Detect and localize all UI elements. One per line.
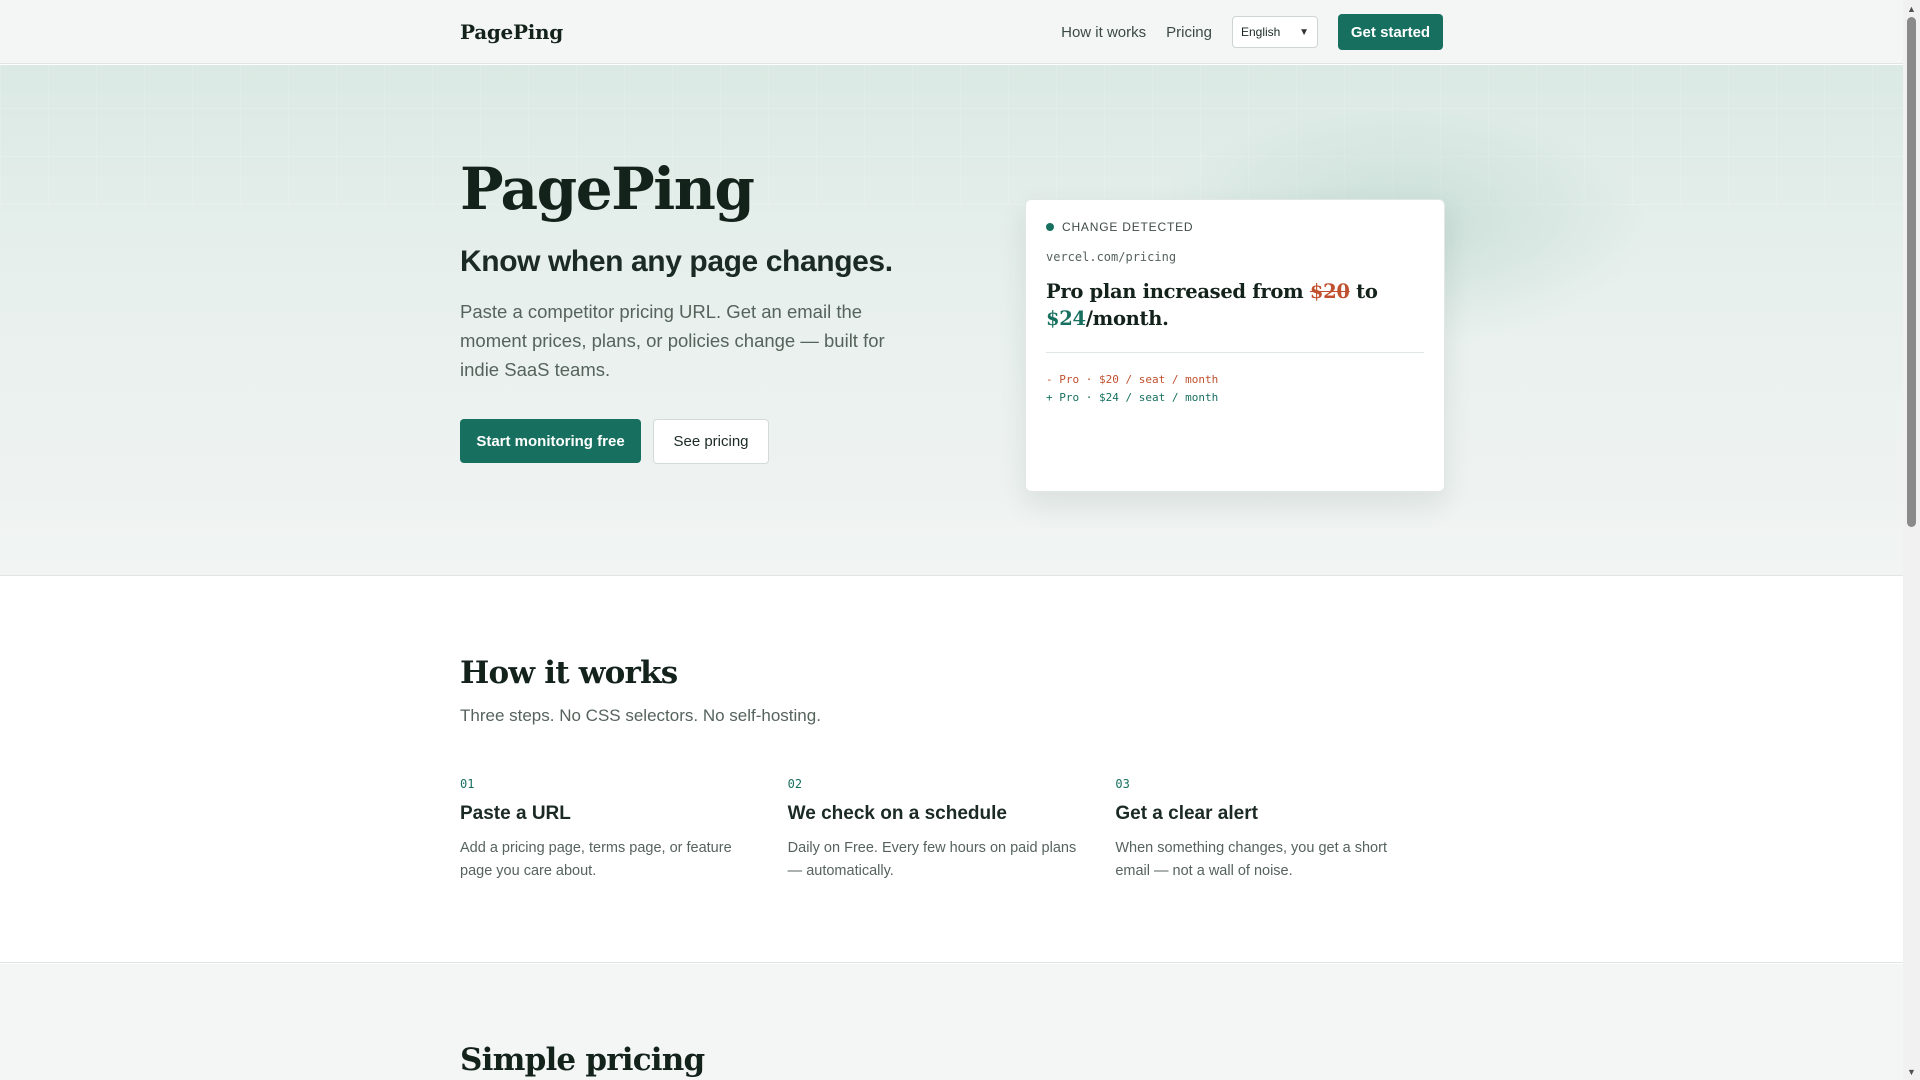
- step-number: 01: [460, 777, 475, 791]
- scroll-up-arrow-icon[interactable]: ▲: [1903, 0, 1920, 17]
- step-item: 03 Get a clear alert When something chan…: [1115, 777, 1443, 883]
- hero-title: PagePing: [460, 155, 755, 223]
- scroll-down-arrow-icon[interactable]: ▼: [1903, 1063, 1920, 1080]
- main-nav: How it works Pricing English ▼ Get start…: [1061, 14, 1443, 50]
- nav-link-pricing[interactable]: Pricing: [1166, 24, 1212, 41]
- monitored-url: vercel.com/pricing: [1046, 250, 1177, 264]
- step-item: 01 Paste a URL Add a pricing page, terms…: [460, 777, 788, 883]
- step-title: Paste a URL: [460, 803, 571, 824]
- pricing-title: Simple pricing: [460, 1042, 705, 1078]
- logo[interactable]: PagePing: [460, 20, 563, 44]
- step-description: Daily on Free. Every few hours on paid p…: [787, 840, 1077, 879]
- how-it-works-subtitle: Three steps. No CSS selectors. No self-h…: [460, 706, 821, 725]
- header-container: PagePing How it works Pricing English ▼ …: [460, 0, 1443, 64]
- hero-container: PagePing Know when any page changes. Pas…: [460, 65, 1445, 575]
- step-number: 02: [787, 777, 803, 791]
- steps-list: 01 Paste a URL Add a pricing page, terms…: [460, 777, 1443, 883]
- how-container: How it works Three steps. No CSS selecto…: [460, 577, 1443, 963]
- how-it-works-section: How it works Three steps. No CSS selecto…: [0, 577, 1903, 963]
- change-headline: Pro plan increased from $20 to $24/month…: [1046, 278, 1424, 332]
- step-description: When something changes, you get a short …: [1115, 840, 1387, 879]
- change-detected-card: CHANGE DETECTED vercel.com/pricing Pro p…: [1025, 199, 1445, 492]
- site-header: PagePing How it works Pricing English ▼ …: [0, 0, 1903, 64]
- headline-prefix: Pro plan increased from: [1046, 280, 1310, 303]
- nav-link-how-it-works[interactable]: How it works: [1061, 24, 1146, 41]
- language-select-value: English: [1241, 25, 1281, 39]
- see-pricing-button[interactable]: See pricing: [653, 419, 769, 464]
- scrollbar-thumb[interactable]: [1907, 17, 1916, 527]
- step-description: Add a pricing page, terms page, or featu…: [460, 840, 732, 879]
- how-it-works-title: How it works: [460, 655, 678, 691]
- chevron-down-icon: ▼: [1299, 26, 1309, 38]
- change-status: CHANGE DETECTED: [1046, 220, 1424, 234]
- step-title: We check on a schedule: [787, 803, 1007, 824]
- headline-middle: to: [1349, 280, 1378, 303]
- diff-removed-line: - Pro · $20 / seat / month: [1046, 373, 1219, 386]
- hero-actions: Start monitoring free See pricing: [460, 419, 769, 464]
- get-started-button[interactable]: Get started: [1338, 14, 1443, 50]
- change-diff: - Pro · $20 / seat / month + Pro · $24 /…: [1046, 371, 1424, 407]
- card-divider: [1046, 352, 1424, 353]
- page-scrollbar[interactable]: ▲ ▼: [1903, 0, 1920, 1080]
- pricing-container: Simple pricing: [460, 964, 1443, 1080]
- old-price: $20: [1309, 280, 1350, 303]
- status-dot-icon: [1046, 223, 1054, 231]
- step-number: 03: [1115, 777, 1130, 791]
- headline-suffix: /month.: [1085, 307, 1169, 330]
- change-status-label: CHANGE DETECTED: [1062, 220, 1194, 234]
- diff-added-line: + Pro · $24 / seat / month: [1046, 391, 1219, 404]
- hero-subtitle: Know when any page changes.: [460, 245, 893, 278]
- pricing-section: Simple pricing: [0, 964, 1903, 1080]
- step-item: 02 We check on a schedule Daily on Free.…: [788, 777, 1116, 883]
- hero-section: PagePing Know when any page changes. Pas…: [0, 65, 1903, 576]
- start-monitoring-button[interactable]: Start monitoring free: [460, 419, 641, 463]
- hero-description: Paste a competitor pricing URL. Get an e…: [460, 301, 885, 380]
- page-viewport: PagePing How it works Pricing English ▼ …: [0, 0, 1903, 1080]
- new-price: $24: [1046, 307, 1086, 330]
- step-title: Get a clear alert: [1115, 803, 1258, 824]
- language-select[interactable]: English ▼: [1232, 16, 1318, 48]
